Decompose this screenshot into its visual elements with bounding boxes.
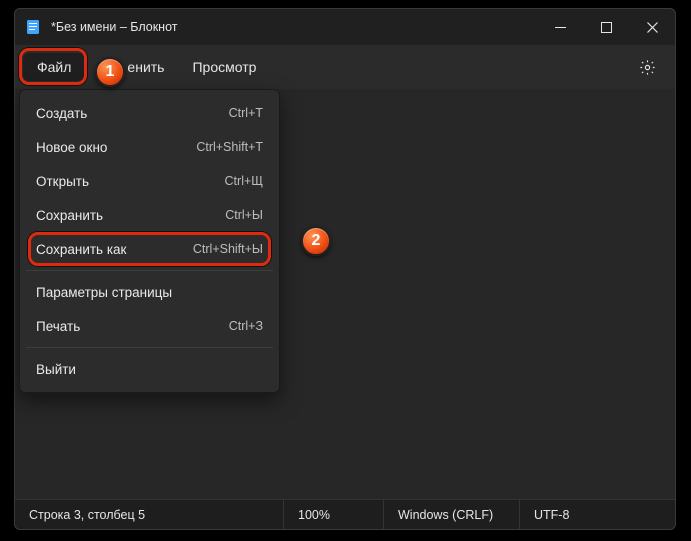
- menu-item-exit[interactable]: Выйти: [20, 352, 279, 386]
- menu-separator: [26, 347, 273, 348]
- menu-separator: [26, 270, 273, 271]
- window-title: *Без имени – Блокнот: [51, 20, 177, 34]
- status-line-endings: Windows (CRLF): [383, 500, 519, 529]
- menu-view[interactable]: Просмотр: [178, 53, 270, 81]
- app-window: *Без имени – Блокнот Файл енить Просмотр…: [14, 8, 676, 530]
- menu-item-label: Создать: [36, 106, 87, 121]
- statusbar: Строка 3, столбец 5 100% Windows (CRLF) …: [15, 499, 675, 529]
- menubar: Файл енить Просмотр: [15, 45, 675, 89]
- menu-item-shortcut: Ctrl+Shift+T: [196, 140, 263, 154]
- menu-item-label: Сохранить: [36, 208, 103, 223]
- close-button[interactable]: [629, 9, 675, 45]
- menu-item-label: Сохранить как: [36, 242, 126, 257]
- menu-item-print[interactable]: Печать Ctrl+З: [20, 309, 279, 343]
- menu-item-shortcut: Ctrl+Щ: [225, 174, 263, 188]
- menu-item-open[interactable]: Открыть Ctrl+Щ: [20, 164, 279, 198]
- file-menu-dropdown: Создать Ctrl+T Новое окно Ctrl+Shift+T О…: [19, 89, 280, 393]
- menu-file[interactable]: Файл: [23, 53, 85, 81]
- settings-button[interactable]: [629, 45, 665, 89]
- menu-item-shortcut: Ctrl+Ы: [225, 208, 263, 222]
- menu-item-page-setup[interactable]: Параметры страницы: [20, 275, 279, 309]
- menu-item-shortcut: Ctrl+З: [229, 319, 263, 333]
- status-position: Строка 3, столбец 5: [15, 500, 283, 529]
- menu-item-label: Новое окно: [36, 140, 107, 155]
- menu-item-shortcut: Ctrl+T: [229, 106, 263, 120]
- menu-item-label: Выйти: [36, 362, 76, 377]
- menu-edit-partial[interactable]: енить: [113, 53, 178, 81]
- status-zoom: 100%: [283, 500, 383, 529]
- menu-item-label: Открыть: [36, 174, 89, 189]
- menu-item-save-as[interactable]: Сохранить как Ctrl+Shift+Ы: [20, 232, 279, 266]
- menu-item-label: Параметры страницы: [36, 285, 172, 300]
- window-controls: [537, 9, 675, 45]
- status-encoding: UTF-8: [519, 500, 675, 529]
- menu-item-new[interactable]: Создать Ctrl+T: [20, 96, 279, 130]
- menu-item-shortcut: Ctrl+Shift+Ы: [193, 242, 263, 256]
- titlebar: *Без имени – Блокнот: [15, 9, 675, 45]
- menu-item-save[interactable]: Сохранить Ctrl+Ы: [20, 198, 279, 232]
- maximize-button[interactable]: [583, 9, 629, 45]
- menu-item-label: Печать: [36, 319, 80, 334]
- minimize-button[interactable]: [537, 9, 583, 45]
- notepad-icon: [25, 19, 41, 35]
- menu-item-new-window[interactable]: Новое окно Ctrl+Shift+T: [20, 130, 279, 164]
